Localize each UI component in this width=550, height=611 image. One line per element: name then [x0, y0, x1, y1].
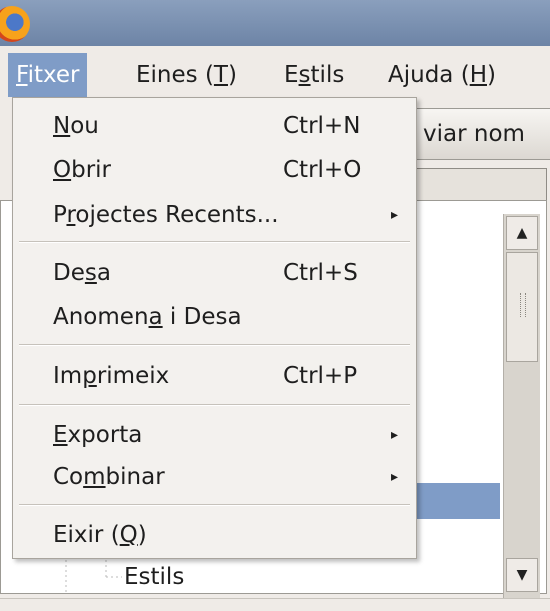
submenu-arrow-icon: ▸ — [391, 469, 399, 485]
vertical-scrollbar[interactable]: ▲ ▼ — [503, 214, 540, 598]
scroll-thumb[interactable] — [506, 252, 538, 362]
menu-item-combinar[interactable]: Combinar ▸ — [13, 457, 416, 497]
shortcut-label: Ctrl+S — [283, 260, 358, 286]
shortcut-label: Ctrl+P — [283, 363, 358, 389]
scroll-down-button[interactable]: ▼ — [506, 558, 538, 592]
rename-button[interactable]: viar nom — [410, 108, 550, 160]
shortcut-label: Ctrl+N — [283, 113, 361, 139]
menu-eines[interactable]: Eines (T) — [128, 53, 245, 97]
status-bar — [0, 598, 550, 611]
menu-estils[interactable]: Estils — [276, 53, 352, 97]
fitxer-dropdown-menu: Nou Ctrl+N Obrir Ctrl+O Projectes Recent… — [12, 97, 417, 559]
menu-item-projectes-recents[interactable]: Projectes Recents... ▸ — [13, 195, 416, 235]
firefox-logo-icon — [0, 6, 30, 42]
submenu-arrow-icon: ▸ — [391, 207, 399, 223]
menu-item-desa[interactable]: Desa Ctrl+S — [13, 253, 416, 293]
tree-expander-lines — [65, 555, 122, 595]
menu-item-imprimeix[interactable]: Imprimeix Ctrl+P — [13, 356, 416, 396]
window-titlebar — [0, 0, 550, 46]
menubar: Fitxer Eines (T) Estils Ajuda (H) — [0, 46, 550, 102]
tree-item-estils[interactable]: Estils — [124, 562, 184, 592]
grip-icon — [520, 293, 526, 317]
menu-item-eixir[interactable]: Eixir (Q) — [13, 515, 416, 555]
shortcut-label: Ctrl+O — [283, 157, 362, 183]
menu-fitxer[interactable]: Fitxer — [8, 53, 88, 97]
menu-item-exporta[interactable]: Exporta ▸ — [13, 415, 416, 455]
menu-item-anomena-i-desa[interactable]: Anomena i Desa — [13, 297, 416, 337]
menu-separator — [19, 344, 410, 346]
menu-ajuda[interactable]: Ajuda (H) — [380, 53, 504, 97]
menu-separator — [19, 241, 410, 243]
scroll-up-button[interactable]: ▲ — [506, 216, 538, 250]
menu-separator — [19, 404, 410, 406]
menu-separator — [19, 504, 410, 506]
menu-item-obrir[interactable]: Obrir Ctrl+O — [13, 150, 416, 190]
menu-item-nou[interactable]: Nou Ctrl+N — [13, 106, 416, 146]
submenu-arrow-icon: ▸ — [391, 427, 399, 443]
